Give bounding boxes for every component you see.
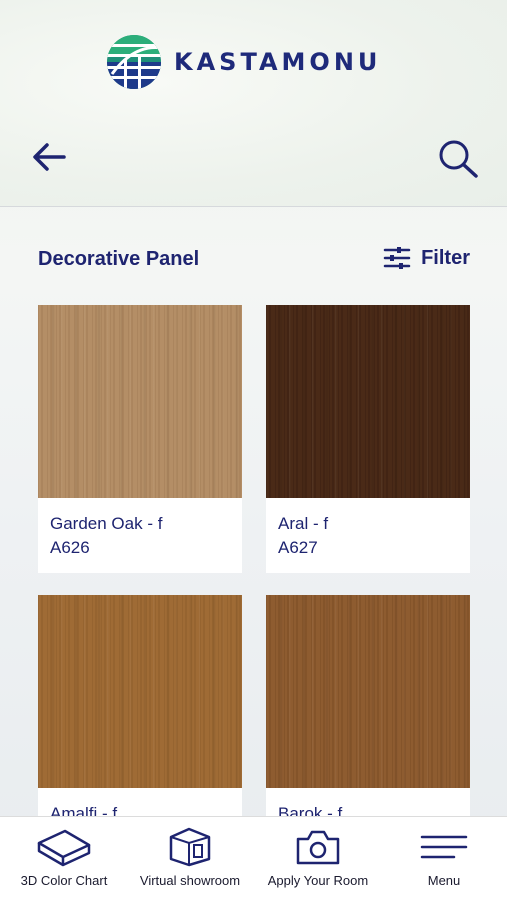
tab-label: Menu [427, 873, 461, 888]
app-header: KASTAMONU [0, 0, 507, 207]
panel-3d-icon [37, 829, 91, 867]
tab-label: 3D Color Chart [20, 873, 108, 888]
product-name: Garden Oak - f [50, 514, 163, 533]
filter-button[interactable]: Filter [383, 246, 470, 270]
back-arrow-icon [33, 143, 66, 171]
product-swatch [266, 595, 470, 788]
product-swatch [266, 305, 470, 498]
product-info: Aral - f A627 [266, 498, 470, 573]
bottom-tab-bar: 3D Color Chart Virtual showroom Apply Yo… [0, 816, 507, 900]
tab-label: Virtual showroom [139, 873, 241, 888]
camera-icon [296, 830, 340, 865]
kastamonu-logo-icon [107, 35, 161, 89]
product-card[interactable]: Garden Oak - f A626 [38, 305, 242, 573]
section-header: Decorative Panel Filter [38, 246, 470, 274]
tab-label: Apply Your Room [267, 873, 369, 888]
back-button[interactable] [30, 140, 68, 174]
brand-logo: KASTAMONU [104, 34, 381, 90]
product-swatch [38, 595, 242, 788]
tab-virtual-showroom[interactable]: Virtual showroom [128, 817, 252, 900]
product-card[interactable]: Aral - f A627 [266, 305, 470, 573]
tab-menu[interactable]: Menu [390, 817, 498, 900]
product-name: Aral - f [278, 514, 329, 533]
product-swatch [38, 305, 242, 498]
product-code: A627 [278, 538, 318, 557]
tab-3d-color-chart[interactable]: 3D Color Chart [4, 817, 124, 900]
product-code: A626 [50, 538, 90, 557]
search-icon [439, 140, 478, 178]
filter-label: Filter [421, 246, 470, 269]
section-title: Decorative Panel [38, 248, 200, 270]
product-info: Garden Oak - f A626 [38, 498, 242, 573]
filter-sliders-icon [383, 247, 411, 269]
brand-name: KASTAMONU [174, 48, 382, 76]
search-button[interactable] [436, 138, 480, 178]
tab-apply-your-room[interactable]: Apply Your Room [256, 817, 380, 900]
menu-icon [420, 835, 468, 859]
cube-room-icon [169, 827, 211, 867]
